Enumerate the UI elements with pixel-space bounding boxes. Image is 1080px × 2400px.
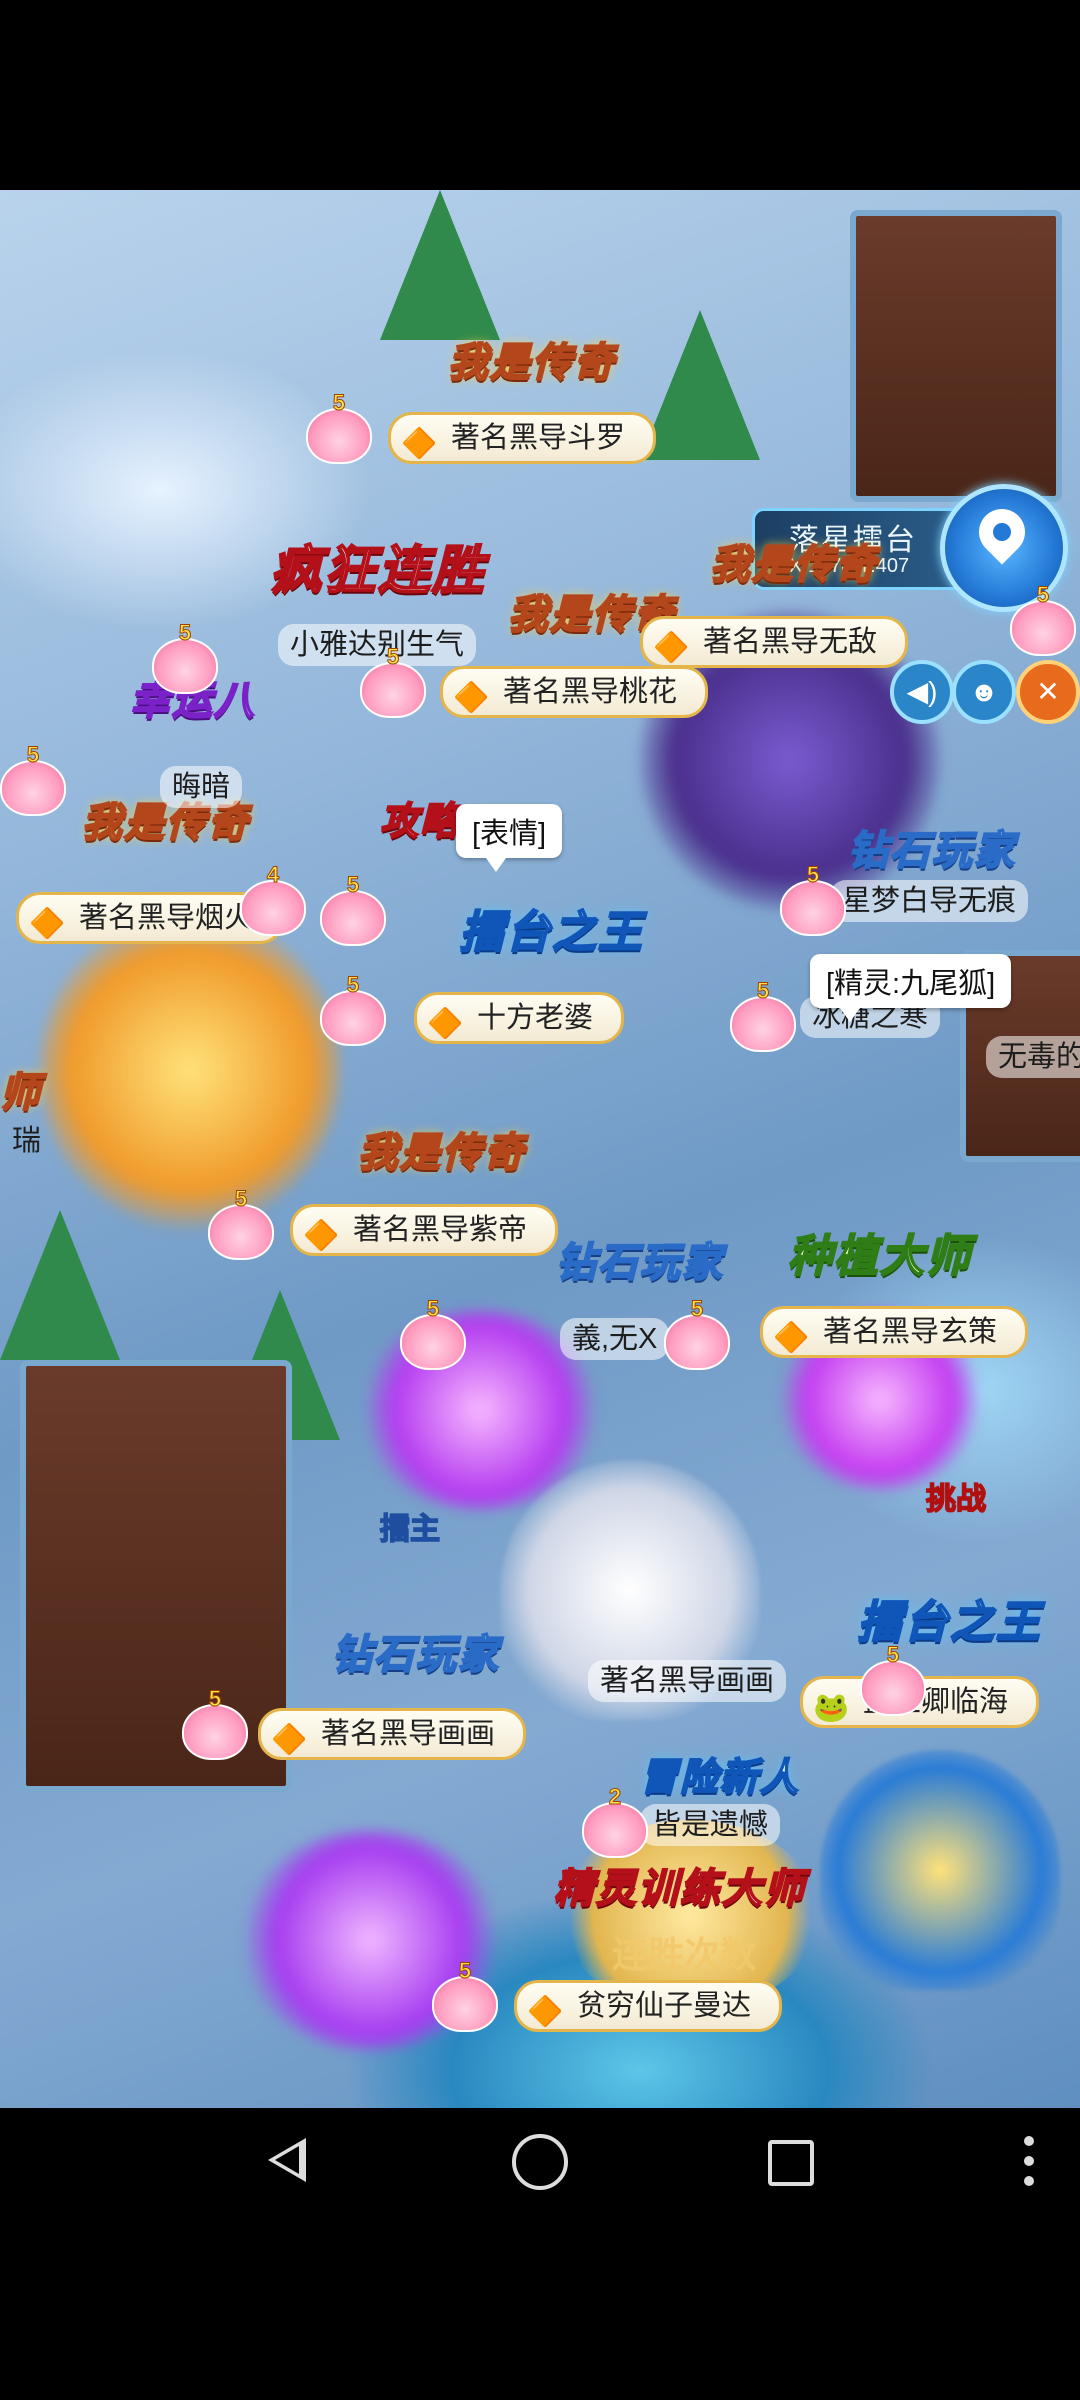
pet-level-badge: 5 [432, 1958, 498, 2032]
pet-level-badge: 5 [182, 1686, 248, 1760]
pet-level-badge: 5 [320, 972, 386, 1046]
title-crazy-streak: 疯狂连胜 [269, 541, 487, 601]
game-scene[interactable]: 连胜次数 落星擂台 X:1278,Y:407 ◀) ☻ ✕ 我是传奇 疯狂连胜 … [0, 190, 1080, 2108]
pet-level-badge: 5 [152, 620, 218, 694]
pet-level-badge: 5 [320, 872, 386, 946]
wooden-gate [20, 1360, 292, 1792]
rank-badge-icon: 🔶 [773, 1322, 810, 1354]
pet-level-badge: 5 [860, 1642, 926, 1716]
pet-level-badge: 2 [582, 1784, 648, 1858]
snow-tree [640, 310, 760, 460]
title-diamond-player: 钻石玩家 [331, 1632, 500, 1678]
pet-level-badge: 5 [730, 978, 796, 1052]
rank-badge-icon: 🔶 [271, 1724, 308, 1756]
title-legend: 我是传奇 [674, 514, 914, 594]
pet-level-badge: 5 [780, 862, 846, 936]
player-name-plate[interactable]: 瑞 [0, 1120, 53, 1162]
pet-level-badge: 5 [306, 390, 372, 464]
player-name: 贫穷仙子曼达 [577, 1990, 752, 2022]
rank-badge-icon: 🔶 [303, 1220, 340, 1252]
system-nav-bar [0, 2108, 1080, 2212]
player-title-fragment: 师 [0, 1042, 78, 1122]
rank-badge-icon: 🔶 [29, 908, 66, 940]
player-name-plate[interactable]: 🔶 著名黑导桃花 [440, 666, 709, 718]
title-attack: 攻略 [379, 800, 461, 844]
player-name-plate[interactable]: 晦暗 [160, 766, 243, 808]
back-icon[interactable] [262, 2136, 322, 2186]
pet-level-badge: 5 [400, 1296, 466, 1370]
player-name-plate[interactable]: 🔶 著名黑导斗罗 [388, 412, 657, 464]
pet-level-badge: 5 [360, 644, 426, 718]
close-icon[interactable]: ✕ [1016, 660, 1080, 724]
chat-bubble-spirit: [精灵:九尾狐] [810, 954, 1012, 1022]
fire-aura [40, 910, 340, 1230]
player-name-plate[interactable]: 无毒的 [986, 1036, 1080, 1078]
player-name-plate[interactable]: 🔶 十方老婆 [414, 992, 625, 1044]
more-icon[interactable] [1024, 2136, 1034, 2186]
title-arena-king: 擂台之王 [857, 1597, 1042, 1648]
player-name: 著名黑导紫帝 [353, 1214, 528, 1246]
frog-icon: 🐸 [813, 1692, 850, 1724]
player-name-plate[interactable]: 皆是遗憾 [640, 1804, 781, 1846]
player-name-plate[interactable]: 🔶 著名黑导紫帝 [290, 1204, 559, 1256]
player-name-plate[interactable]: 著名黑导画画 [588, 1660, 787, 1702]
rank-badge-icon: 🔶 [427, 1008, 464, 1040]
player-name-plate[interactable]: 義,无X [560, 1318, 670, 1360]
pet-level-badge: 4 [240, 862, 306, 936]
rank-badge-icon: 🔶 [653, 632, 690, 664]
player-name: 著名黑导烟火 [79, 902, 254, 934]
player-name-plate[interactable]: 星梦白导无痕 [830, 880, 1029, 922]
pet-level-badge: 5 [0, 742, 66, 816]
snow-tree [380, 190, 500, 340]
player-name: 十方老婆 [477, 1002, 594, 1034]
recent-apps-icon[interactable] [768, 2140, 814, 2186]
rank-badge-icon: 🔶 [453, 682, 490, 714]
wooden-house [850, 210, 1062, 502]
rank-badge-icon: 🔶 [527, 1996, 564, 2028]
pet-level-badge: 5 [1010, 582, 1076, 656]
player-name: 著名黑导桃花 [503, 676, 678, 708]
arena-master-label: 擂主 [379, 1512, 441, 1547]
player-name: 著名黑导画画 [321, 1718, 496, 1750]
player-name: 著名黑导斗罗 [451, 422, 626, 454]
title-plant-master: 种植大师 [787, 1231, 972, 1282]
player-name-plate[interactable]: 🔶 贫穷仙子曼达 [514, 1980, 783, 2032]
rank-badge-icon: 🔶 [401, 428, 438, 460]
home-icon[interactable] [512, 2134, 568, 2190]
dragon-pet [820, 1750, 1060, 1990]
title-legend: 我是传奇 [322, 1102, 562, 1182]
player-name: 著名黑导无敌 [703, 626, 878, 658]
player-name-plate[interactable]: 🔶 著名黑导画画 [258, 1708, 527, 1760]
player-name-plate[interactable]: 🔶 著名黑导玄策 [760, 1306, 1029, 1358]
title-legend: 我是传奇 [412, 312, 652, 392]
title-spirit-trainer: 精灵训练大师 [553, 1866, 806, 1912]
challenge-button[interactable]: 挑战 [925, 1474, 987, 1518]
voice-icon[interactable]: ◀) [890, 660, 954, 724]
streak-counter-label: 连胜次数 [612, 1934, 757, 1975]
player-name-plate[interactable]: 🔶 著名黑导无敌 [640, 616, 909, 668]
title-adventure-newbie: 冒险新人 [639, 1756, 801, 1800]
title-arena-king: 擂台之王 [459, 907, 644, 958]
location-pin-icon [969, 499, 1035, 565]
chat-bubble-emote: [表情] [456, 804, 563, 872]
player-name: 著名黑导玄策 [823, 1316, 998, 1348]
pet-level-badge: 5 [664, 1296, 730, 1370]
snow-tree [0, 1210, 120, 1360]
pet-face-icon[interactable]: ☻ [952, 660, 1016, 724]
title-diamond-player: 钻石玩家 [847, 828, 1016, 874]
title-diamond-player: 钻石玩家 [555, 1240, 724, 1286]
